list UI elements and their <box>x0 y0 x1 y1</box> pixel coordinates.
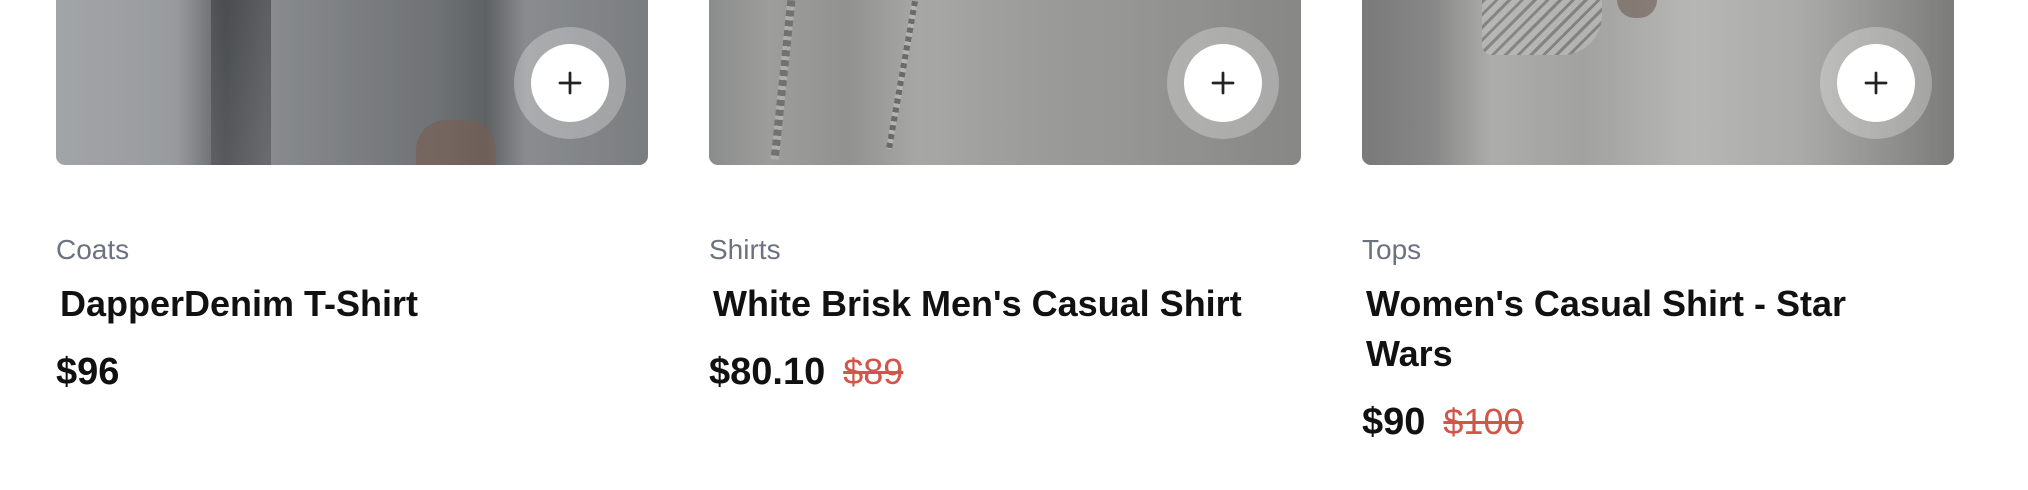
product-price: $80.10 <box>709 351 826 393</box>
add-to-cart-button[interactable] <box>514 27 626 139</box>
product-image[interactable] <box>56 0 648 165</box>
product-title[interactable]: Women's Casual Shirt - Star Wars <box>1366 279 1906 379</box>
product-title[interactable]: White Brisk Men's Casual Shirt <box>713 279 1253 329</box>
product-image[interactable] <box>709 0 1301 165</box>
add-to-cart-button[interactable] <box>1167 27 1279 139</box>
price-row: $90 $100 <box>1362 401 1954 444</box>
plus-icon <box>1211 71 1235 95</box>
product-title[interactable]: DapperDenim T-Shirt <box>60 279 600 329</box>
add-button-inner <box>531 44 609 122</box>
product-card[interactable]: Coats DapperDenim T-Shirt $96 <box>56 0 648 394</box>
product-grid: Coats DapperDenim T-Shirt $96 Shirts Whi… <box>0 0 2028 490</box>
product-category[interactable]: Coats <box>56 233 648 267</box>
product-price: $90 <box>1362 401 1426 443</box>
product-image[interactable] <box>1362 0 1954 165</box>
add-to-cart-button[interactable] <box>1820 27 1932 139</box>
price-row: $80.10 $89 <box>709 351 1301 394</box>
add-button-inner <box>1837 44 1915 122</box>
product-price: $96 <box>56 351 120 393</box>
plus-icon <box>1864 71 1888 95</box>
original-price: $100 <box>1443 401 1524 442</box>
plus-icon <box>558 71 582 95</box>
product-card[interactable]: Shirts White Brisk Men's Casual Shirt $8… <box>709 0 1301 394</box>
product-card[interactable]: Tops Women's Casual Shirt - Star Wars $9… <box>1362 0 1954 444</box>
original-price: $89 <box>843 351 904 392</box>
price-row: $96 <box>56 351 648 394</box>
product-category[interactable]: Tops <box>1362 233 1954 267</box>
add-button-inner <box>1184 44 1262 122</box>
product-category[interactable]: Shirts <box>709 233 1301 267</box>
